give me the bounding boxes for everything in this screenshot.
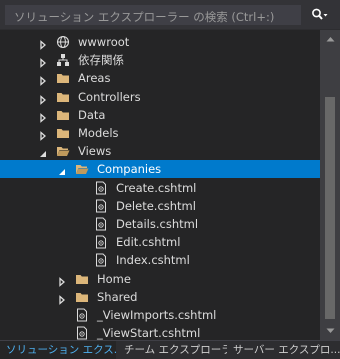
collapsed-arrow-icon[interactable]	[38, 92, 48, 105]
tree-item[interactable]: Index.cshtml	[0, 251, 320, 269]
razor-file-icon	[75, 326, 89, 340]
search-placeholder: ソリューション エクスプローラー の検索 (Ctrl+:)	[14, 10, 275, 24]
folder-icon	[75, 272, 89, 286]
tree-item-label: Details.cshtml	[116, 217, 199, 231]
tree-item[interactable]: Data	[0, 106, 320, 124]
chevron-up-icon	[326, 37, 334, 42]
tree-item-label: _ViewImports.cshtml	[97, 308, 217, 322]
collapsed-arrow-icon[interactable]	[57, 292, 67, 305]
tree-item-label: Models	[78, 126, 119, 140]
tree-item-label: Areas	[78, 71, 111, 86]
razor-file-icon	[94, 253, 108, 267]
tree-item[interactable]: Areas	[0, 69, 320, 87]
scroll-up-button[interactable]	[320, 32, 340, 46]
globe-icon	[56, 35, 70, 49]
razor-file-icon	[94, 217, 108, 231]
folder-open-icon	[75, 162, 89, 176]
collapsed-arrow-icon[interactable]	[57, 274, 67, 287]
search-bar: ソリューション エクスプローラー の検索 (Ctrl+:)	[0, 0, 340, 30]
tree-item-label: Delete.cshtml	[116, 198, 196, 213]
tree-item-label: Companies	[97, 162, 162, 177]
tree-item-label: Views	[78, 144, 112, 159]
tree-item-label: Data	[78, 107, 106, 122]
collapsed-arrow-icon[interactable]	[38, 55, 48, 69]
tree-item[interactable]: Create.cshtml	[0, 179, 320, 197]
tree-item[interactable]: _ViewStart.cshtml	[0, 324, 320, 340]
tree-item-label: Shared	[97, 289, 138, 304]
tree-item[interactable]: Home	[0, 270, 320, 288]
folder-icon	[56, 71, 70, 85]
search-button[interactable]	[305, 5, 335, 25]
tree-item[interactable]: Controllers	[0, 88, 320, 106]
razor-file-icon	[94, 181, 108, 195]
tree-item[interactable]: Delete.cshtml	[0, 197, 320, 215]
tab-server-explorer[interactable]: サーバー エクスプロ...	[227, 341, 340, 359]
tree-item-label: _ViewStart.cshtml	[97, 326, 201, 340]
tree-item[interactable]: Shared	[0, 288, 320, 306]
folder-icon	[56, 90, 70, 104]
solution-tree: wwwroot 依存関係 Areas Controllers Data Models Vie…	[0, 30, 320, 340]
folder-icon	[56, 126, 70, 140]
tree-item[interactable]: Views	[0, 142, 320, 160]
collapsed-arrow-icon[interactable]	[38, 128, 48, 141]
razor-file-icon	[94, 199, 108, 213]
collapsed-arrow-icon[interactable]	[38, 73, 48, 87]
search-icon	[312, 8, 328, 20]
scroll-thumb[interactable]	[325, 97, 335, 319]
collapsed-arrow-icon[interactable]	[38, 37, 48, 50]
tree-item[interactable]: Details.cshtml	[0, 215, 320, 233]
expanded-arrow-icon[interactable]	[57, 164, 67, 176]
tree-item-label: 依存関係	[78, 53, 124, 68]
expanded-arrow-icon[interactable]	[38, 146, 48, 158]
tree-item-label: wwwroot	[78, 35, 130, 49]
tab-team-explorer[interactable]: チーム エクスプローラー	[116, 341, 227, 359]
dependencies-icon	[56, 53, 70, 67]
chevron-down-icon	[326, 328, 334, 333]
tree-item[interactable]: _ViewImports.cshtml	[0, 306, 320, 324]
tree-item-label: Edit.cshtml	[116, 235, 181, 250]
tree-item[interactable]: Models	[0, 124, 320, 142]
collapsed-arrow-icon[interactable]	[38, 110, 48, 123]
tree-item-label: Controllers	[78, 89, 141, 104]
tree-item-label: Index.cshtml	[116, 253, 190, 268]
scroll-down-button[interactable]	[320, 324, 340, 338]
tree-item[interactable]: Edit.cshtml	[0, 233, 320, 251]
folder-open-icon	[56, 144, 70, 158]
tree-item-label: Home	[97, 271, 131, 286]
tree-item[interactable]: wwwroot	[0, 33, 320, 51]
tab-solution-explorer[interactable]: ソリューション エクス...	[0, 341, 116, 359]
explorer-tabs: ソリューション エクス... チーム エクスプローラー サーバー エクスプロ..…	[0, 340, 340, 359]
folder-icon	[75, 290, 89, 304]
folder-icon	[56, 108, 70, 122]
razor-file-icon	[94, 235, 108, 249]
tree-item[interactable]: Companies	[0, 160, 320, 179]
razor-file-icon	[75, 308, 89, 322]
tree-item[interactable]: 依存関係	[0, 51, 320, 69]
vertical-scrollbar[interactable]	[320, 30, 340, 340]
tree-item-label: Create.cshtml	[116, 180, 197, 195]
